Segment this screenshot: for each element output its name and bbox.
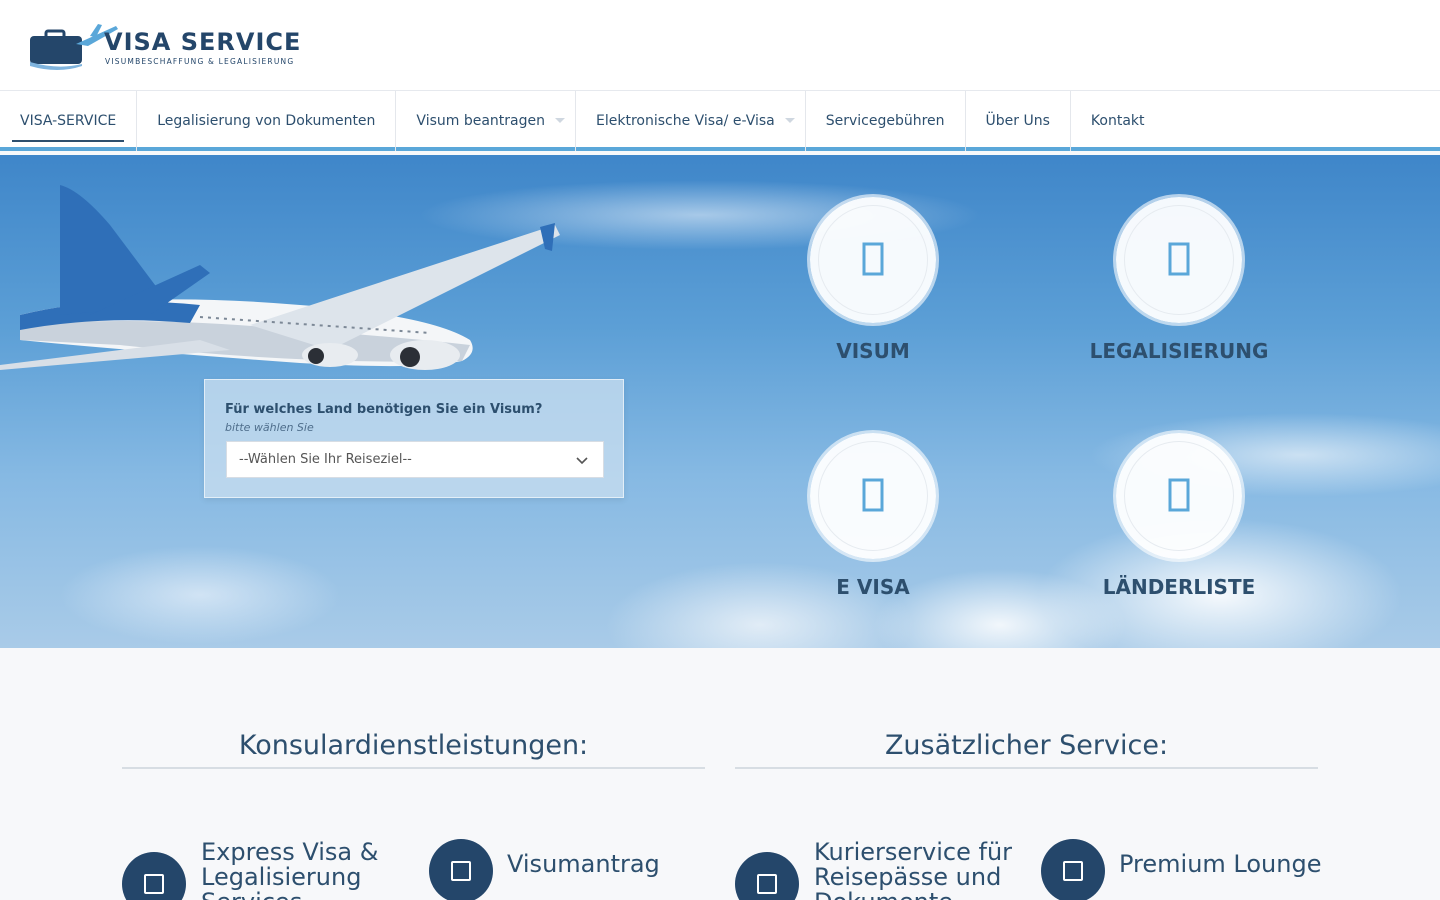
nav-item-servicegebuehren[interactable]: Servicegebühren: [806, 91, 966, 151]
nav-label: Servicegebühren: [825, 113, 945, 129]
nav-item-visum-beantragen[interactable]: Visum beantragen: [396, 91, 576, 151]
tile-circle: [810, 197, 936, 323]
brand-title: VISA SERVICE: [104, 28, 302, 56]
stopwatch-icon: [144, 874, 164, 894]
feature-line: Express Visa &: [201, 838, 379, 866]
destination-search-panel: Für welches Land benötigen Sie ein Visum…: [204, 379, 624, 498]
feature-icon-lounge[interactable]: [1041, 839, 1105, 900]
tile-label: LÄNDERLISTE: [1102, 575, 1256, 599]
nav-label: Legalisierung von Dokumenten: [157, 113, 376, 129]
nav-label: Visum beantragen: [416, 113, 545, 129]
caret-down-icon: [784, 118, 795, 123]
truck-icon: [757, 874, 777, 894]
feature-icon-visumantrag[interactable]: [429, 839, 493, 900]
laptop-icon: [862, 478, 884, 512]
nav-label: Kontakt: [1090, 113, 1145, 129]
chevron-down-icon: [576, 457, 588, 465]
airplane-image: [0, 185, 560, 370]
main-nav: VISA-SERVICE Legalisierung von Dokumente…: [0, 91, 1440, 151]
hero-banner: Für welches Land benötigen Sie ein Visum…: [0, 155, 1440, 648]
tile-circle: [810, 433, 936, 559]
feature-line: Premium Lounge: [1119, 850, 1322, 878]
tile-legalisierung[interactable]: LEGALISIERUNG: [1069, 197, 1289, 377]
tile-e-visa[interactable]: E VISA: [763, 433, 983, 613]
nav-item-visa-service[interactable]: VISA-SERVICE: [0, 91, 138, 151]
tile-label: VISUM: [836, 339, 910, 363]
feature-visumantrag[interactable]: Visumantrag: [507, 852, 660, 877]
nav-label: Über Uns: [985, 113, 1050, 129]
feature-kurierservice[interactable]: Kurierservice für Reisepässe und Dokumen…: [814, 840, 1012, 900]
feature-line: Dokumente: [814, 890, 1012, 900]
search-question: Für welches Land benötigen Sie ein Visum…: [225, 402, 543, 417]
nav-item-e-visa[interactable]: Elektronische Visa/ e-Visa: [576, 91, 806, 151]
form-icon: [451, 861, 471, 881]
caret-down-icon: [555, 118, 565, 123]
tile-visum[interactable]: VISUM: [763, 197, 983, 377]
lounge-icon: [1063, 861, 1083, 881]
tile-label: E VISA: [836, 575, 910, 599]
nav-item-ueber-uns[interactable]: Über Uns: [966, 91, 1071, 151]
destination-select[interactable]: --Wählen Sie Ihr Reiseziel--: [226, 441, 604, 478]
tile-label: LEGALISIERUNG: [1089, 339, 1269, 363]
feature-express-visa[interactable]: Express Visa & Legalisierung Services: [201, 840, 378, 900]
tile-circle: [1116, 197, 1242, 323]
document-icon: [1168, 242, 1190, 276]
feature-line: Visumantrag: [507, 850, 660, 878]
feature-icon-express[interactable]: [122, 852, 186, 900]
feature-icon-courier[interactable]: [735, 852, 799, 900]
passport-icon: [862, 242, 884, 276]
feature-premium-lounge[interactable]: Premium Lounge: [1119, 852, 1321, 877]
nav-item-legalisierung[interactable]: Legalisierung von Dokumenten: [137, 91, 397, 151]
section-divider: [122, 767, 705, 769]
nav-label: Elektronische Visa/ e-Visa: [596, 113, 775, 129]
destination-select-value: --Wählen Sie Ihr Reiseziel--: [239, 452, 412, 467]
feature-line: Reisepässe und: [814, 863, 1002, 891]
feature-line: Services: [201, 890, 378, 900]
feature-line: Legalisierung: [201, 863, 362, 891]
section-divider: [735, 767, 1318, 769]
site-header: VISA SERVICE VISUMBESCHAFFUNG & LEGALISI…: [0, 0, 1440, 91]
nav-label: VISA-SERVICE: [20, 113, 117, 129]
search-hint: bitte wählen Sie: [225, 421, 314, 434]
brand-subtitle: VISUMBESCHAFFUNG & LEGALISIERUNG: [105, 57, 295, 66]
logo[interactable]: VISA SERVICE VISUMBESCHAFFUNG & LEGALISI…: [28, 22, 302, 72]
section-title-additional: Zusätzlicher Service:: [884, 730, 1169, 761]
feature-line: Kurierservice für: [814, 838, 1013, 866]
globe-icon: [1168, 478, 1190, 512]
tile-circle: [1116, 433, 1242, 559]
tile-laenderliste[interactable]: LÄNDERLISTE: [1069, 433, 1289, 613]
nav-item-kontakt[interactable]: Kontakt: [1071, 91, 1165, 151]
section-title-consular: Konsulardienstleistungen:: [238, 730, 589, 761]
